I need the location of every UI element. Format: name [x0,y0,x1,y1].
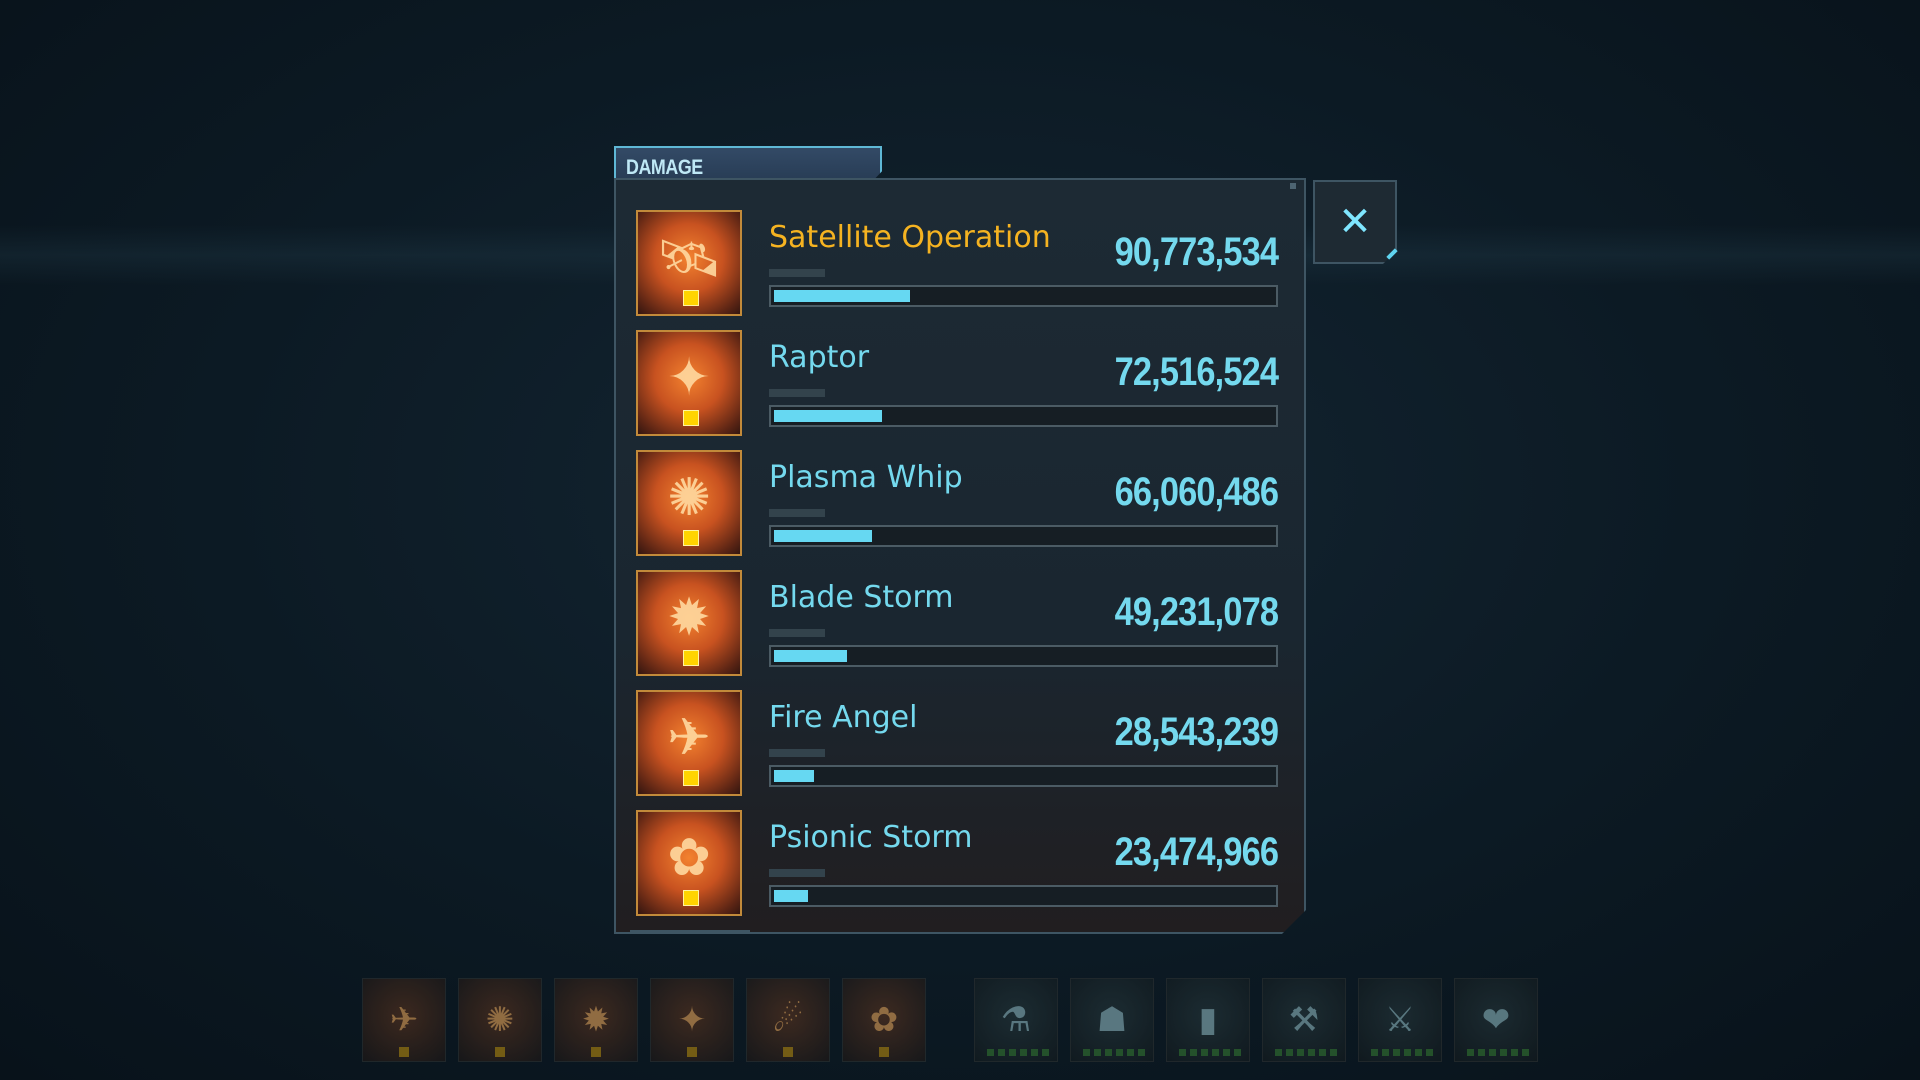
damage-bar [769,645,1278,667]
level-pip [683,770,699,786]
damage-value: 66,060,486 [1114,470,1278,514]
close-button[interactable]: ✕ [1313,180,1397,264]
satellite-icon: 🛰 [636,210,742,316]
damage-bar [769,765,1278,787]
weapon-name: Psionic Storm [769,820,973,855]
level-pip [879,1047,889,1057]
fire-angel-icon: ✈ [362,978,446,1062]
damage-bar-fill [774,410,882,422]
level-pip [783,1047,793,1057]
weapon-name: Raptor [769,340,870,375]
level-pip [495,1047,505,1057]
level-pip [683,530,699,546]
fire-angel-icon: ✈ [636,690,742,796]
passive-level-dots [1179,1049,1241,1056]
blade-storm-icon: ✹ [636,570,742,676]
psionic-storm-icon: ✿ [636,810,742,916]
damage-bar-fill [774,890,808,902]
damage-bar [769,525,1278,547]
damage-bar-fill [774,290,910,302]
syringe-icon: ⚗ [974,978,1058,1062]
damage-row: ✈ Fire Angel 28,543,239 [636,690,1279,796]
claw-icon: ⚔ [1358,978,1442,1062]
passive-level-dots [1467,1049,1529,1056]
damage-value: 90,773,534 [1114,230,1278,274]
level-indicator [769,869,825,877]
damage-row: ✺ Plasma Whip 66,060,486 [636,450,1279,556]
weapon-name: Fire Angel [769,700,918,735]
weapon-name: Satellite Operation [769,220,1051,255]
boots-icon: ☗ [1070,978,1154,1062]
level-pip [683,890,699,906]
damage-bar-fill [774,770,814,782]
passive-level-dots [1083,1049,1145,1056]
battery-icon: ▮ [1166,978,1250,1062]
level-indicator [769,269,825,277]
level-pip [683,290,699,306]
damage-bar-fill [774,530,872,542]
panel-underline [630,930,750,933]
damage-row: ✿ Psionic Storm 23,474,966 [636,810,1279,916]
damage-value: 28,543,239 [1114,710,1278,754]
level-indicator [769,749,825,757]
blade-storm-icon: ✹ [554,978,638,1062]
damage-value: 49,231,078 [1114,590,1278,634]
damage-bar [769,285,1278,307]
weapon-name: Plasma Whip [769,460,963,495]
close-icon: ✕ [1338,199,1372,245]
damage-row: ✹ Blade Storm 49,231,078 [636,570,1279,676]
level-pip [399,1047,409,1057]
damage-tab-label: DAMAGE [626,156,703,179]
passive-level-dots [1371,1049,1433,1056]
passive-level-dots [1275,1049,1337,1056]
plasma-whip-icon: ✺ [636,450,742,556]
weapon-hotbar: ✈ ✺ ✹ ✦ ☄ ✿ [362,978,932,1062]
level-pip [591,1047,601,1057]
damage-row: ✦ Raptor 72,516,524 [636,330,1279,436]
arm-icon: ⚒ [1262,978,1346,1062]
damage-row: 🛰 Satellite Operation 90,773,534 [636,210,1279,316]
damage-bar-fill [774,650,847,662]
level-pip [683,410,699,426]
damage-value: 72,516,524 [1114,350,1278,394]
damage-value: 23,474,966 [1114,830,1278,874]
level-pip [683,650,699,666]
level-indicator [769,629,825,637]
psionic-storm-icon: ✿ [842,978,926,1062]
panel-corner-mark [1290,183,1296,189]
weapon-name: Blade Storm [769,580,954,615]
damage-bar [769,405,1278,427]
raptor-icon: ✦ [636,330,742,436]
satellite-icon: ☄ [746,978,830,1062]
level-indicator [769,509,825,517]
level-indicator [769,389,825,397]
heart-icon: ❤ [1454,978,1538,1062]
passive-level-dots [987,1049,1049,1056]
plasma-whip-icon: ✺ [458,978,542,1062]
raptor-icon: ✦ [650,978,734,1062]
damage-bar [769,885,1278,907]
level-pip [687,1047,697,1057]
passive-hotbar: ⚗ ☗ ▮ ⚒ ⚔ ❤ [974,978,1540,1062]
